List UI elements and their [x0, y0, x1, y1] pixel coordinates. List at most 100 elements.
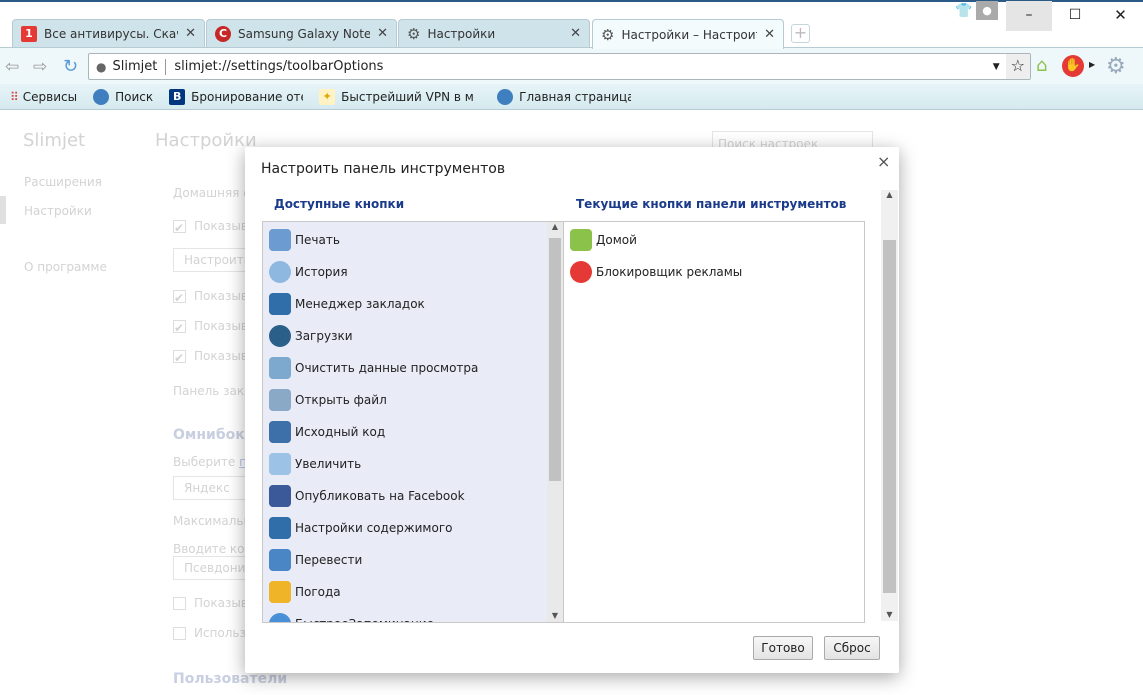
page-title: Настройки: [155, 130, 257, 151]
bookmark-item[interactable]: Главная страница Sli: [497, 88, 631, 105]
available-buttons-list[interactable]: Печать История Менеджер закладок Загрузки Оч…: [262, 221, 564, 623]
toolbar-button-label: Исходный код: [295, 425, 386, 439]
search-engine-select[interactable]: Яндекс: [173, 476, 253, 500]
gear-icon: ⚙: [407, 24, 421, 43]
toolbar-button-item[interactable]: Домой: [564, 224, 864, 256]
toolbar-button-label: История: [295, 265, 348, 279]
profile-icon[interactable]: ●: [976, 1, 998, 20]
gear-icon: ⚙: [601, 25, 615, 44]
toolbar-button-label: Открыть файл: [295, 393, 387, 407]
customize-button[interactable]: Настроить: [173, 248, 253, 272]
setting-checkbox[interactable]: ✔ Показыва: [173, 289, 255, 305]
bookmark-label: Сервисы: [22, 89, 78, 104]
setting-text: Выберите: [173, 455, 240, 469]
toolbar-button-item[interactable]: БыстроеЗапоминание: [263, 608, 563, 622]
toolbar-button-label: Погода: [295, 585, 341, 599]
forward-button[interactable]: ⇨: [33, 57, 47, 77]
setting-checkbox[interactable]: ✔ Показыва: [173, 349, 255, 365]
home-icon[interactable]: ⌂: [1036, 55, 1047, 76]
tab-active[interactable]: ⚙ Настройки – Настроить ✕: [592, 19, 784, 49]
setting-label: Вводите кор: [173, 542, 253, 556]
toolbar-button-item[interactable]: Очистить данные просмотра: [263, 352, 563, 384]
scrollbar-thumb[interactable]: [883, 240, 896, 593]
dialog-scrollbar[interactable]: ▲ ▼: [881, 190, 898, 621]
tab-close-icon[interactable]: ✕: [764, 27, 775, 42]
done-button[interactable]: Готово: [753, 636, 813, 660]
reload-button[interactable]: ↻: [63, 56, 78, 77]
toolbar-button-label: Увеличить: [295, 457, 362, 471]
scroll-up-arrow[interactable]: ▲: [547, 222, 563, 231]
content-settings-icon: [269, 517, 291, 539]
toolbar-button-item[interactable]: Менеджер закладок: [263, 288, 563, 320]
star-icon[interactable]: ☆: [1005, 54, 1030, 79]
scroll-down-arrow[interactable]: ▼: [547, 611, 563, 620]
toolbar-button-label: Опубликовать на Facebook: [295, 489, 465, 503]
nav-settings[interactable]: Настройки: [24, 204, 92, 218]
scrollbar-thumb[interactable]: [549, 238, 561, 481]
extensions-arrow-icon[interactable]: ▶: [1089, 60, 1095, 69]
tab-title: Настройки – Настроить: [621, 27, 758, 42]
brand-title: Slimjet: [23, 130, 86, 151]
tab-close-icon[interactable]: ✕: [185, 26, 196, 41]
maximize-button[interactable]: ☐: [1052, 1, 1098, 31]
scroll-up-arrow[interactable]: ▲: [881, 190, 898, 199]
tab-close-icon[interactable]: ✕: [377, 26, 388, 41]
available-buttons-header: Доступные кнопки: [274, 197, 405, 211]
bookmark-book-icon: [269, 293, 291, 315]
toolbar-button-item[interactable]: Погода: [263, 576, 563, 608]
dropdown-arrow-icon[interactable]: ▼: [993, 62, 1000, 72]
adblock-icon[interactable]: ✋: [1062, 55, 1084, 77]
dialog-title: Настроить панель инструментов: [261, 161, 506, 177]
nav-about[interactable]: О программе: [24, 260, 107, 274]
setting-checkbox[interactable]: ✔ Показыва: [173, 319, 255, 335]
scroll-down-arrow[interactable]: ▼: [881, 610, 898, 619]
toolbar-button-label: БыстроеЗапоминание: [295, 617, 434, 622]
bookmark-item[interactable]: Поиск: [93, 88, 153, 105]
dialog-close-button[interactable]: ×: [877, 152, 890, 171]
trash-icon: [269, 357, 291, 379]
new-tab-button[interactable]: +: [791, 24, 810, 43]
bookmark-item[interactable]: B Бронирование отеле: [169, 88, 303, 105]
bookmarks-bar: ⠿Сервисы Поиск B Бронирование отеле ✦ Быст…: [0, 84, 1143, 110]
quick-note-icon: [269, 613, 291, 622]
toolbar-button-item[interactable]: Увеличить: [263, 448, 563, 480]
nav-selected-marker: [0, 196, 6, 224]
toolbar-button-item[interactable]: Настройки содержимого: [263, 512, 563, 544]
settings-gear-icon[interactable]: ⚙: [1106, 54, 1126, 79]
nav-extensions[interactable]: Расширения: [24, 175, 102, 189]
bookmark-item[interactable]: ✦ Быстрейший VPN в м: [319, 88, 481, 105]
window-close-button[interactable]: ✕: [1098, 1, 1143, 31]
toolbar-button-label: Печать: [295, 233, 340, 247]
toolbar-button-item[interactable]: Перевести: [263, 544, 563, 576]
address-bar[interactable]: ● Slimjet slimjet://settings/toolbarOpti…: [88, 53, 1031, 80]
tab[interactable]: C Samsung Galaxy Note 8: ✕: [206, 19, 397, 47]
current-buttons-list[interactable]: Домой Блокировщик рекламы: [563, 221, 865, 623]
url-text[interactable]: slimjet://settings/toolbarOptions: [174, 59, 992, 74]
reset-button[interactable]: Сброс: [824, 636, 880, 660]
site-info-icon[interactable]: ●: [96, 60, 106, 74]
toolbar-button-item[interactable]: Открыть файл: [263, 384, 563, 416]
setting-checkbox[interactable]: ✔ Показыва: [173, 219, 255, 235]
minimize-button[interactable]: –: [1006, 1, 1052, 31]
toolbar-button-item[interactable]: Печать: [263, 224, 563, 256]
tab[interactable]: ⚙ Настройки ✕: [398, 19, 590, 47]
setting-checkbox[interactable]: Использ: [173, 626, 246, 640]
toolbar-button-item[interactable]: Загрузки: [263, 320, 563, 352]
toolbar-button-label: Менеджер закладок: [295, 297, 425, 311]
setting-checkbox[interactable]: Показыва: [173, 596, 255, 610]
alias-input[interactable]: Псевдоним: [173, 556, 254, 580]
toolbar-button-item[interactable]: История: [263, 256, 563, 288]
toolbar-button-item[interactable]: Исходный код: [263, 416, 563, 448]
back-button[interactable]: ⇦: [5, 57, 19, 77]
theme-icon[interactable]: 👕: [955, 3, 972, 19]
toolbar-button-item[interactable]: Опубликовать на Facebook: [263, 480, 563, 512]
tab-title: Настройки: [427, 26, 496, 41]
tab[interactable]: 1 Все антивирусы. Скачать ✕: [12, 19, 205, 47]
antivirus-favicon-icon: 1: [21, 25, 37, 42]
current-buttons-header: Текущие кнопки панели инструментов: [576, 197, 847, 211]
toolbar-button-item[interactable]: Блокировщик рекламы: [564, 256, 864, 288]
tab-close-icon[interactable]: ✕: [570, 26, 581, 41]
toolbar-button-label: Загрузки: [295, 329, 353, 343]
bookmark-item[interactable]: ⠿ Сервисы: [10, 90, 77, 104]
list-scrollbar[interactable]: ▲ ▼: [547, 222, 563, 622]
